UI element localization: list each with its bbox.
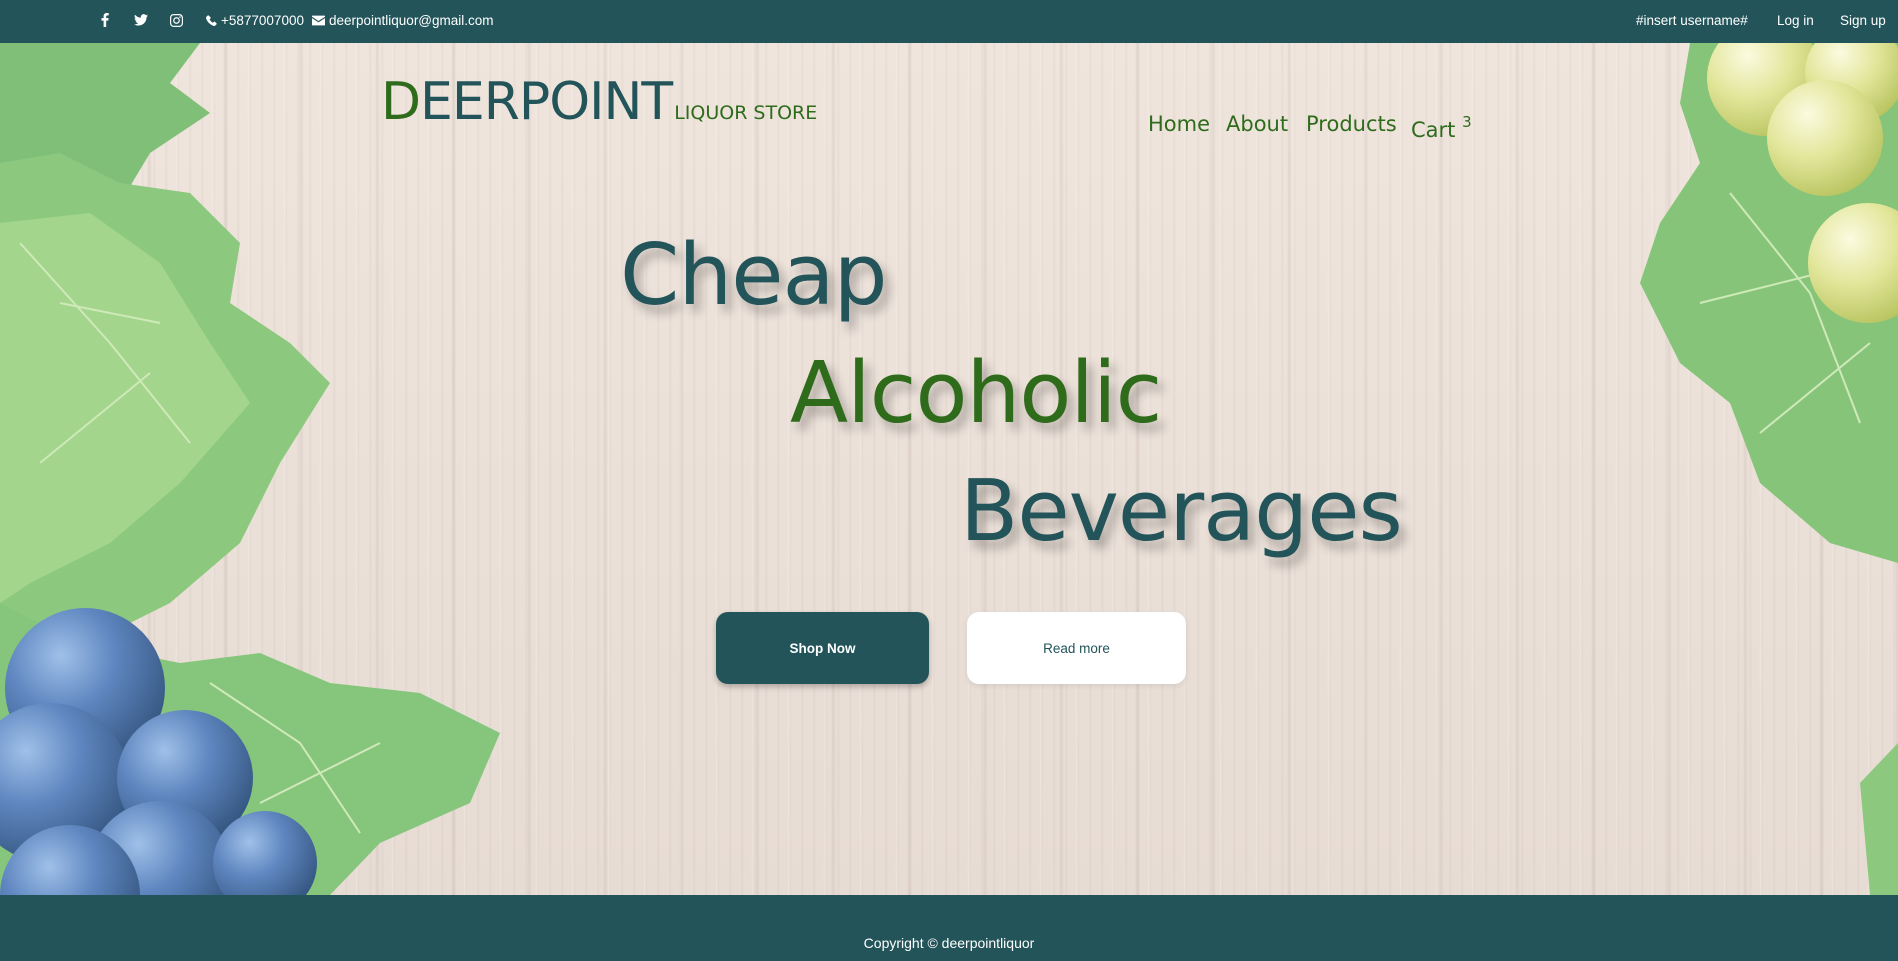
brand-name: EERPOINT [420,72,673,132]
cart-count: 3 [1462,113,1472,131]
email-contact[interactable]: deerpointliquor@gmail.com [312,0,494,40]
phone-icon [206,14,217,26]
headline-line-3: Beverages [960,462,1403,561]
nav-home[interactable]: Home [1148,112,1210,136]
instagram-icon[interactable] [170,0,183,40]
grape-leaves-decoration [0,43,1898,895]
phone-contact[interactable]: +5877007000 [206,0,304,40]
brand-initial: D [381,72,421,132]
twitter-icon[interactable] [134,0,148,40]
phone-number: +5877007000 [221,12,304,28]
username-link[interactable]: #insert username# [1636,0,1748,40]
signup-link[interactable]: Sign up [1840,0,1886,40]
brand-logo[interactable]: DEERPOINT LIQUOR STORE [381,72,817,132]
headline-line-1: Cheap [620,226,888,325]
nav-about[interactable]: About [1226,112,1288,136]
footer: Copyright © deerpointliquor [0,895,1898,961]
envelope-icon [312,15,325,26]
brand-subtitle: LIQUOR STORE [674,102,818,124]
read-more-button[interactable]: Read more [967,612,1186,684]
headline-line-2: Alcoholic [790,344,1162,443]
nav-cart[interactable]: Cart 3 [1411,113,1472,142]
cart-label: Cart [1411,118,1456,142]
nav-products[interactable]: Products [1306,112,1397,136]
email-address: deerpointliquor@gmail.com [329,12,494,28]
copyright-text: Copyright © deerpointliquor [863,935,1035,951]
hero-section: DEERPOINT LIQUOR STORE Home About Product… [0,43,1898,895]
login-link[interactable]: Log in [1777,0,1814,40]
facebook-icon[interactable] [101,0,109,40]
shop-now-button[interactable]: Shop Now [716,612,929,684]
top-bar: +5877007000 deerpointliquor@gmail.com #i… [0,0,1898,43]
